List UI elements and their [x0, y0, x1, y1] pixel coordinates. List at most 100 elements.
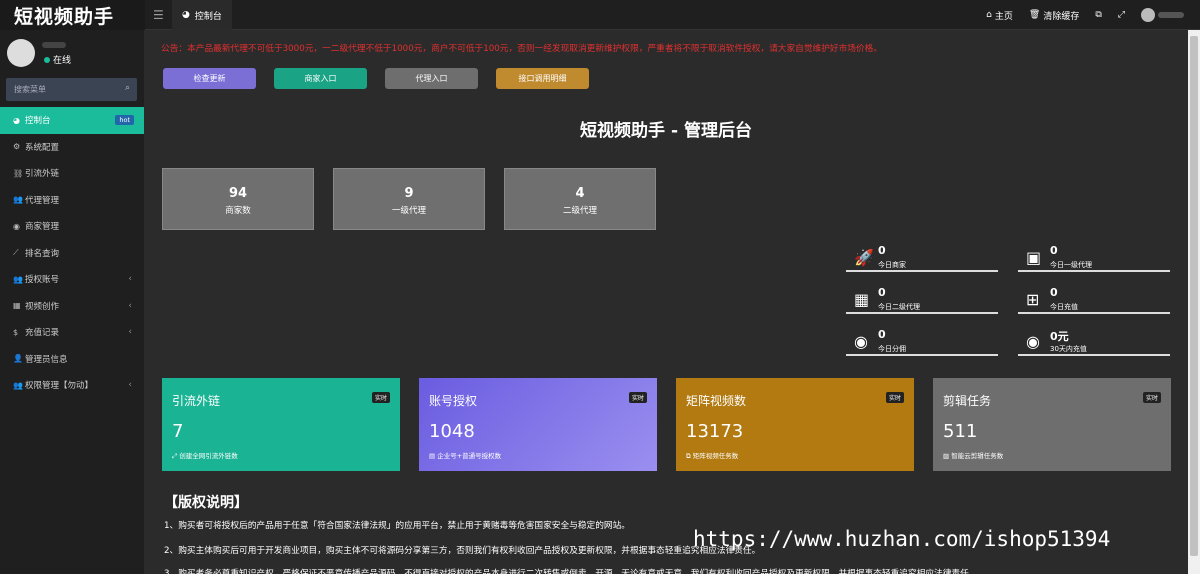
stat-label: 二级代理: [562, 206, 597, 216]
sidebar-item-6[interactable]: 👥 授权账号 ‹: [0, 266, 144, 293]
sidebar: 在线 搜索菜单 ⌕ ◕ 控制台 hot ⚙ 系统配置 ⛓ 引流外链 👥 代理管理 ◉ 商家管理 ⟋ 排名…: [0, 30, 144, 574]
today-label: 今日充值: [1050, 303, 1078, 311]
dashboard-icon: ◕: [182, 10, 190, 20]
users-icon: 👥: [13, 274, 23, 284]
sidebar-item-label: 商家管理: [25, 222, 60, 233]
copyright-heading: 【版权说明】: [164, 495, 248, 511]
today-level1-agents: ▣ 0 今日一级代理: [1018, 242, 1170, 272]
recharge-30-days: ◉ 0元 30天内充值: [1018, 326, 1170, 356]
scrollbar-thumb[interactable]: [1190, 36, 1198, 556]
sidebar-item-3[interactable]: 👥 代理管理: [0, 187, 144, 214]
stat-level2-agents: 4 二级代理: [504, 168, 656, 230]
sidebar-item-9[interactable]: 👤 管理员信息: [0, 346, 144, 373]
card-title: 剪辑任务: [943, 394, 992, 408]
sidebar-item-0[interactable]: ◕ 控制台 hot: [0, 107, 144, 134]
card-subtitle-text: 矩阵视频任务数: [692, 452, 739, 460]
today-label: 今日商家: [878, 261, 906, 269]
today-label: 今日二级代理: [878, 303, 920, 311]
avatar: [1141, 8, 1155, 22]
id-card-icon: ▣: [1026, 248, 1042, 267]
card-value: 511: [943, 421, 978, 442]
card-edit-tasks: 剪辑任务 实时 511 ▨ 智能云剪辑任务数: [933, 378, 1171, 471]
stat-value: 94: [228, 186, 248, 201]
rocket-icon: 🚀: [854, 248, 874, 267]
card-subtitle: ⧉ 矩阵视频任务数: [686, 450, 738, 461]
home-icon: ⌂: [986, 10, 992, 20]
card-title: 账号授权: [429, 394, 478, 408]
sidebar-item-label: 引流外链: [25, 169, 60, 180]
clear-cache-button[interactable]: 🗑 清除缓存: [1029, 9, 1079, 22]
search-icon[interactable]: ⌕: [125, 83, 130, 93]
today-value: 0: [878, 328, 886, 341]
card-value: 7: [172, 421, 184, 442]
menu-toggle-icon[interactable]: ☰: [153, 8, 164, 22]
sidebar-item-5[interactable]: ⟋ 排名查询: [0, 240, 144, 267]
api-call-details-button[interactable]: 接口调用明细: [496, 68, 589, 89]
sidebar-item-2[interactable]: ⛓ 引流外链: [0, 160, 144, 187]
user-panel: 在线: [0, 30, 144, 75]
sidebar-item-label: 视频创作: [25, 301, 60, 312]
copyright-line-1: 1、购买者可将授权后的产品用于任意「符合国家法律法规」的应用平台，禁止用于黄赌毒…: [164, 521, 630, 531]
page-title: 短视频助手 - 管理后台: [580, 121, 752, 141]
card-matrix-videos: 矩阵视频数 实时 13173 ⧉ 矩阵视频任务数: [676, 378, 914, 471]
sidebar-item-1[interactable]: ⚙ 系统配置: [0, 134, 144, 161]
chevron-left-icon: ‹: [128, 327, 132, 338]
today-level2-agents: ▦ 0 今日二级代理: [846, 284, 998, 314]
building-icon: ▤: [429, 452, 438, 460]
online-dot-icon: [44, 56, 50, 63]
agent-entry-button[interactable]: 代理入口: [385, 68, 478, 89]
card-account-auth: 账号授权 实时 1048 ▤ 企业号+普通号授权数: [419, 378, 657, 471]
sidebar-item-label: 排名查询: [25, 248, 60, 259]
card-traffic-links: 引流外链 实时 7 ⤢ 创建全网引流外链数: [162, 378, 400, 471]
user-icon: 👤: [13, 354, 23, 364]
dollar-icon: $: [13, 327, 19, 337]
copyright-line-3: 3、购买者务必尊重知识产权，严格保证不恶意传播产品源码，不得直接对授权的产品本身…: [164, 569, 978, 574]
hot-badge: hot: [115, 115, 134, 125]
image-icon: ▨: [943, 452, 952, 460]
main-content: 公告：本产品最新代理不可低于3000元，一二级代理不低于1000元，商户不可低于…: [144, 30, 1188, 574]
tab-dashboard-label: 控制台: [194, 11, 222, 22]
chevron-left-icon: ‹: [128, 300, 132, 311]
search-input[interactable]: 搜索菜单 ⌕: [6, 78, 137, 101]
today-value: 0元: [1050, 330, 1069, 343]
sidebar-item-7[interactable]: ▦ 视频创作 ‹: [0, 293, 144, 320]
realtime-badge: 实时: [885, 392, 904, 403]
today-label: 今日一级代理: [1050, 261, 1092, 269]
realtime-badge: 实时: [371, 392, 390, 403]
top-navbar: 短视频助手 ☰ ◕ 控制台 ⌂ 主页 🗑 清除缓存 ⧉ ⤢: [0, 0, 1200, 30]
app-logo[interactable]: 短视频助手: [0, 0, 145, 30]
sidebar-item-4[interactable]: ◉ 商家管理: [0, 213, 144, 240]
chart-icon: ⟋: [13, 247, 19, 257]
search-placeholder: 搜索菜单: [14, 85, 46, 94]
home-link[interactable]: ⌂ 主页: [986, 9, 1013, 22]
home-label: 主页: [994, 11, 1013, 22]
card-title: 矩阵视频数: [686, 394, 747, 408]
sidebar-item-label: 系统配置: [25, 142, 60, 153]
film-icon: ▦: [13, 301, 21, 311]
stat-level1-agents: 9 一级代理: [333, 168, 485, 230]
calendar-icon: ▦: [854, 290, 870, 309]
stat-value: 9: [404, 186, 414, 201]
gear-icon: ⚙: [13, 142, 21, 152]
tab-dashboard[interactable]: ◕ 控制台: [172, 0, 232, 30]
chevron-left-icon: ‹: [128, 380, 132, 391]
page-scrollbar[interactable]: [1188, 30, 1200, 574]
card-subtitle-text: 企业号+普通号授权数: [437, 452, 502, 460]
today-merchants: 🚀 0 今日商家: [846, 242, 998, 272]
check-update-button[interactable]: 检查更新: [163, 68, 256, 89]
translate-icon[interactable]: ⧉: [1095, 10, 1101, 20]
user-circle-icon: ◉: [1026, 332, 1040, 351]
users-icon: 👥: [13, 195, 23, 205]
user-menu[interactable]: [1141, 8, 1184, 22]
fullscreen-icon[interactable]: ⤢: [1118, 10, 1125, 20]
announcement: 公告：本产品最新代理不可低于3000元，一二级代理不低于1000元，商户不可低于…: [161, 44, 883, 54]
sidebar-item-label: 授权账号: [25, 275, 60, 286]
merchant-entry-button[interactable]: 商家入口: [274, 68, 367, 89]
today-label: 30天内充值: [1050, 345, 1087, 353]
today-value: 0: [878, 244, 886, 257]
card-subtitle: ⤢ 创建全网引流外链数: [172, 450, 238, 461]
sidebar-item-10[interactable]: 👥 权限管理【勿动】 ‹: [0, 372, 144, 399]
sidebar-item-8[interactable]: $ 充值记录 ‹: [0, 319, 144, 346]
sidebar-item-label: 管理员信息: [25, 354, 68, 365]
today-recharge: ⊞ 0 今日充值: [1018, 284, 1170, 314]
